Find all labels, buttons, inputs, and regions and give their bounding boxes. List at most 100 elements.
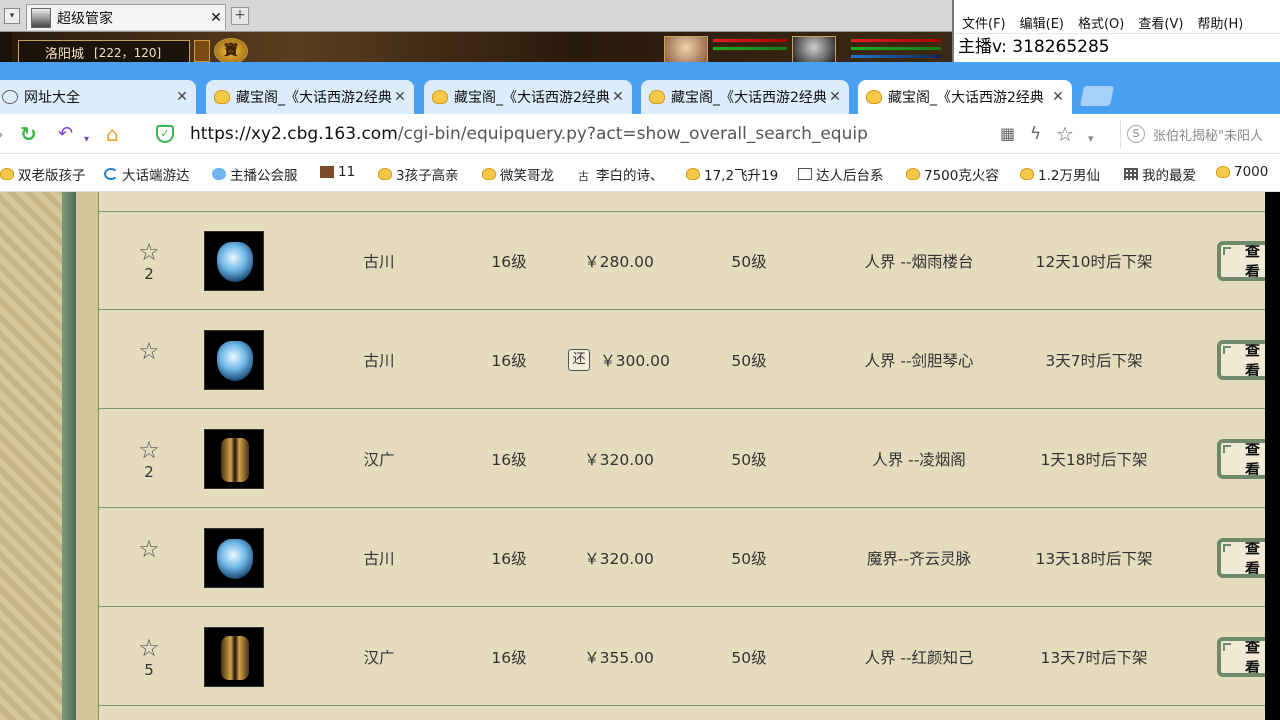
bookmark-label: 李白的诗、 (596, 168, 664, 184)
game-tab[interactable]: 超级管家 ✕ (26, 4, 226, 30)
server-name: 人界 --烟雨楼台 (864, 253, 974, 271)
tab-cbg[interactable]: 藏宝阁_《大话西游2经典 ✕ (424, 80, 632, 114)
shield-icon: ✓ (156, 125, 174, 143)
game-menu-icon[interactable] (194, 40, 210, 62)
menu-view[interactable]: 查看(V) (1138, 13, 1183, 32)
bookmark-label: 双老版孩子 (18, 168, 86, 184)
chevron-down-icon[interactable]: ▾ (84, 130, 89, 150)
game-menu-button[interactable]: ▾ (4, 8, 20, 24)
duck-icon (906, 168, 920, 180)
avatar-icon (31, 7, 51, 28)
bookmark-item[interactable]: 双老版孩子 (0, 164, 86, 184)
forward-icon[interactable]: › (0, 124, 4, 144)
price: 还 ￥300.00 (549, 311, 689, 409)
bookmark-item[interactable]: 大话端游达 (104, 164, 190, 184)
bookmark-item[interactable]: 古李白的诗、 (578, 164, 664, 184)
view-button[interactable]: 查看 (1217, 538, 1265, 578)
tab-label: 网址大全 (24, 90, 80, 106)
game-new-tab-button[interactable]: + (231, 7, 249, 25)
server-name: 人界 --红颜知己 (864, 649, 974, 667)
location-name: 洛阳城 (45, 46, 85, 62)
chevron-down-icon[interactable]: ▾ (1088, 129, 1094, 149)
hp-bar (712, 38, 788, 43)
bookmark-item[interactable]: 17,2飞升19 (686, 164, 778, 184)
menu-format[interactable]: 格式(O) (1078, 13, 1124, 32)
lightning-icon[interactable]: ϟ (1030, 124, 1041, 144)
treasure-icon[interactable]: 寶 (214, 38, 248, 64)
search-engine-icon: S (1127, 125, 1145, 143)
table-row: ☆ 5 汉广 16级 ￥355.00 50级 人界 --红颜知己 13天7时后下… (99, 608, 1265, 706)
new-tab-button[interactable] (1079, 86, 1115, 106)
haggle-badge[interactable]: 还 (568, 349, 591, 371)
equipment-thumbnail[interactable] (204, 330, 264, 390)
bookmark-item[interactable]: 达人后台系 (798, 164, 884, 184)
item-level: 16级 (491, 550, 527, 568)
tab-cbg[interactable]: 藏宝阁_《大话西游2经典 ✕ (641, 80, 849, 114)
view-button[interactable]: 查看 (1217, 637, 1265, 677)
price-value: ￥300.00 (600, 352, 670, 370)
tab-home[interactable]: 网址大全 ✕ (0, 80, 196, 114)
time-remaining: 12天10时后下架 (1035, 253, 1153, 271)
favorite-count: 5 (144, 661, 154, 679)
tab-cbg-active[interactable]: 藏宝阁_《大话西游2经典 ✕ (858, 80, 1072, 114)
duck-icon (432, 90, 448, 104)
undo-icon[interactable]: ↶ (58, 124, 73, 144)
document-icon (798, 168, 812, 180)
favorite-toggle[interactable]: ☆ 5 (129, 608, 169, 706)
duck-icon (1216, 166, 1230, 178)
game-tabbar: ▾ 超级管家 ✕ + (0, 0, 952, 32)
bookmark-item[interactable]: 我的最爱 (1124, 164, 1196, 184)
view-button[interactable]: 查看 (1217, 439, 1265, 479)
item-level: 16级 (491, 352, 527, 370)
close-icon[interactable]: ✕ (207, 10, 225, 26)
qr-code-icon[interactable]: ▦ (1000, 124, 1015, 144)
bookmark-item[interactable]: 7500克火容 (906, 164, 999, 184)
view-button[interactable]: 查看 (1217, 340, 1265, 380)
equipment-thumbnail[interactable] (204, 528, 264, 588)
refresh-icon[interactable]: ↻ (20, 124, 37, 144)
bookmark-item[interactable]: 3孩子高亲 (378, 164, 459, 184)
close-icon[interactable]: ✕ (392, 89, 408, 105)
home-icon[interactable]: ⌂ (106, 124, 119, 144)
close-icon[interactable]: ✕ (827, 89, 843, 105)
bookmark-label: 1.2万男仙 (1038, 168, 1100, 184)
close-icon[interactable]: ✕ (610, 89, 626, 105)
price: ￥320.00 (549, 509, 689, 607)
equipment-table: ☆ 2 古川 16级 ￥280.00 50级 人界 --烟雨楼台 12天10时后… (98, 192, 1265, 720)
item-level: 16级 (491, 649, 527, 667)
required-level: 50级 (731, 649, 767, 667)
close-icon[interactable]: ✕ (174, 89, 190, 105)
notepad-text[interactable]: 主播v: 318265285 (954, 34, 1280, 60)
star-icon[interactable]: ☆ (1056, 124, 1074, 144)
bookmark-item[interactable]: 1.2万男仙 (1020, 164, 1100, 184)
tab-cbg[interactable]: 藏宝阁_《大话西游2经典 ✕ (206, 80, 414, 114)
view-button[interactable]: 查看 (1217, 241, 1265, 281)
pet-portrait[interactable] (664, 36, 708, 64)
search-input[interactable]: S 张伯礼揭秘"未阳人 (1120, 120, 1280, 148)
favorite-toggle[interactable]: ☆ (129, 311, 169, 409)
bookmark-item[interactable]: 微笑哥龙 (482, 164, 554, 184)
seller-name: 汉广 (363, 649, 395, 667)
menu-file[interactable]: 文件(F) (962, 13, 1006, 32)
favorite-count: 2 (144, 265, 154, 283)
item-level: 16级 (491, 451, 527, 469)
bookmarks-bar: 双老版孩子 大话端游达 主播公会服 11 3孩子高亲 微笑哥龙 古李白的诗、 1… (0, 154, 1280, 192)
bookmark-label: 主播公会服 (230, 168, 298, 184)
bookmark-item[interactable]: 7000 (1216, 164, 1268, 180)
table-row: ☆ 2 汉广 16级 ￥320.00 50级 人界 --凌烟阁 1天18时后下架… (99, 410, 1265, 508)
equipment-thumbnail[interactable] (204, 627, 264, 687)
equipment-thumbnail[interactable] (204, 231, 264, 291)
favorite-toggle[interactable]: ☆ 2 (129, 212, 169, 310)
player-portrait[interactable] (792, 36, 836, 64)
exp-bar (850, 54, 942, 59)
url-input[interactable]: https://xy2.cbg.163.com/cgi-bin/equipque… (190, 124, 868, 144)
menu-help[interactable]: 帮助(H) (1197, 13, 1243, 32)
favorite-toggle[interactable]: ☆ 2 (129, 410, 169, 508)
menu-edit[interactable]: 编辑(E) (1020, 13, 1064, 32)
close-icon[interactable]: ✕ (1050, 89, 1066, 105)
favorite-toggle[interactable]: ☆ (129, 509, 169, 607)
bookmark-item[interactable]: 主播公会服 (212, 164, 298, 184)
bookmark-item[interactable]: 11 (320, 164, 355, 180)
equipment-thumbnail[interactable] (204, 429, 264, 489)
duck-icon (378, 168, 392, 180)
